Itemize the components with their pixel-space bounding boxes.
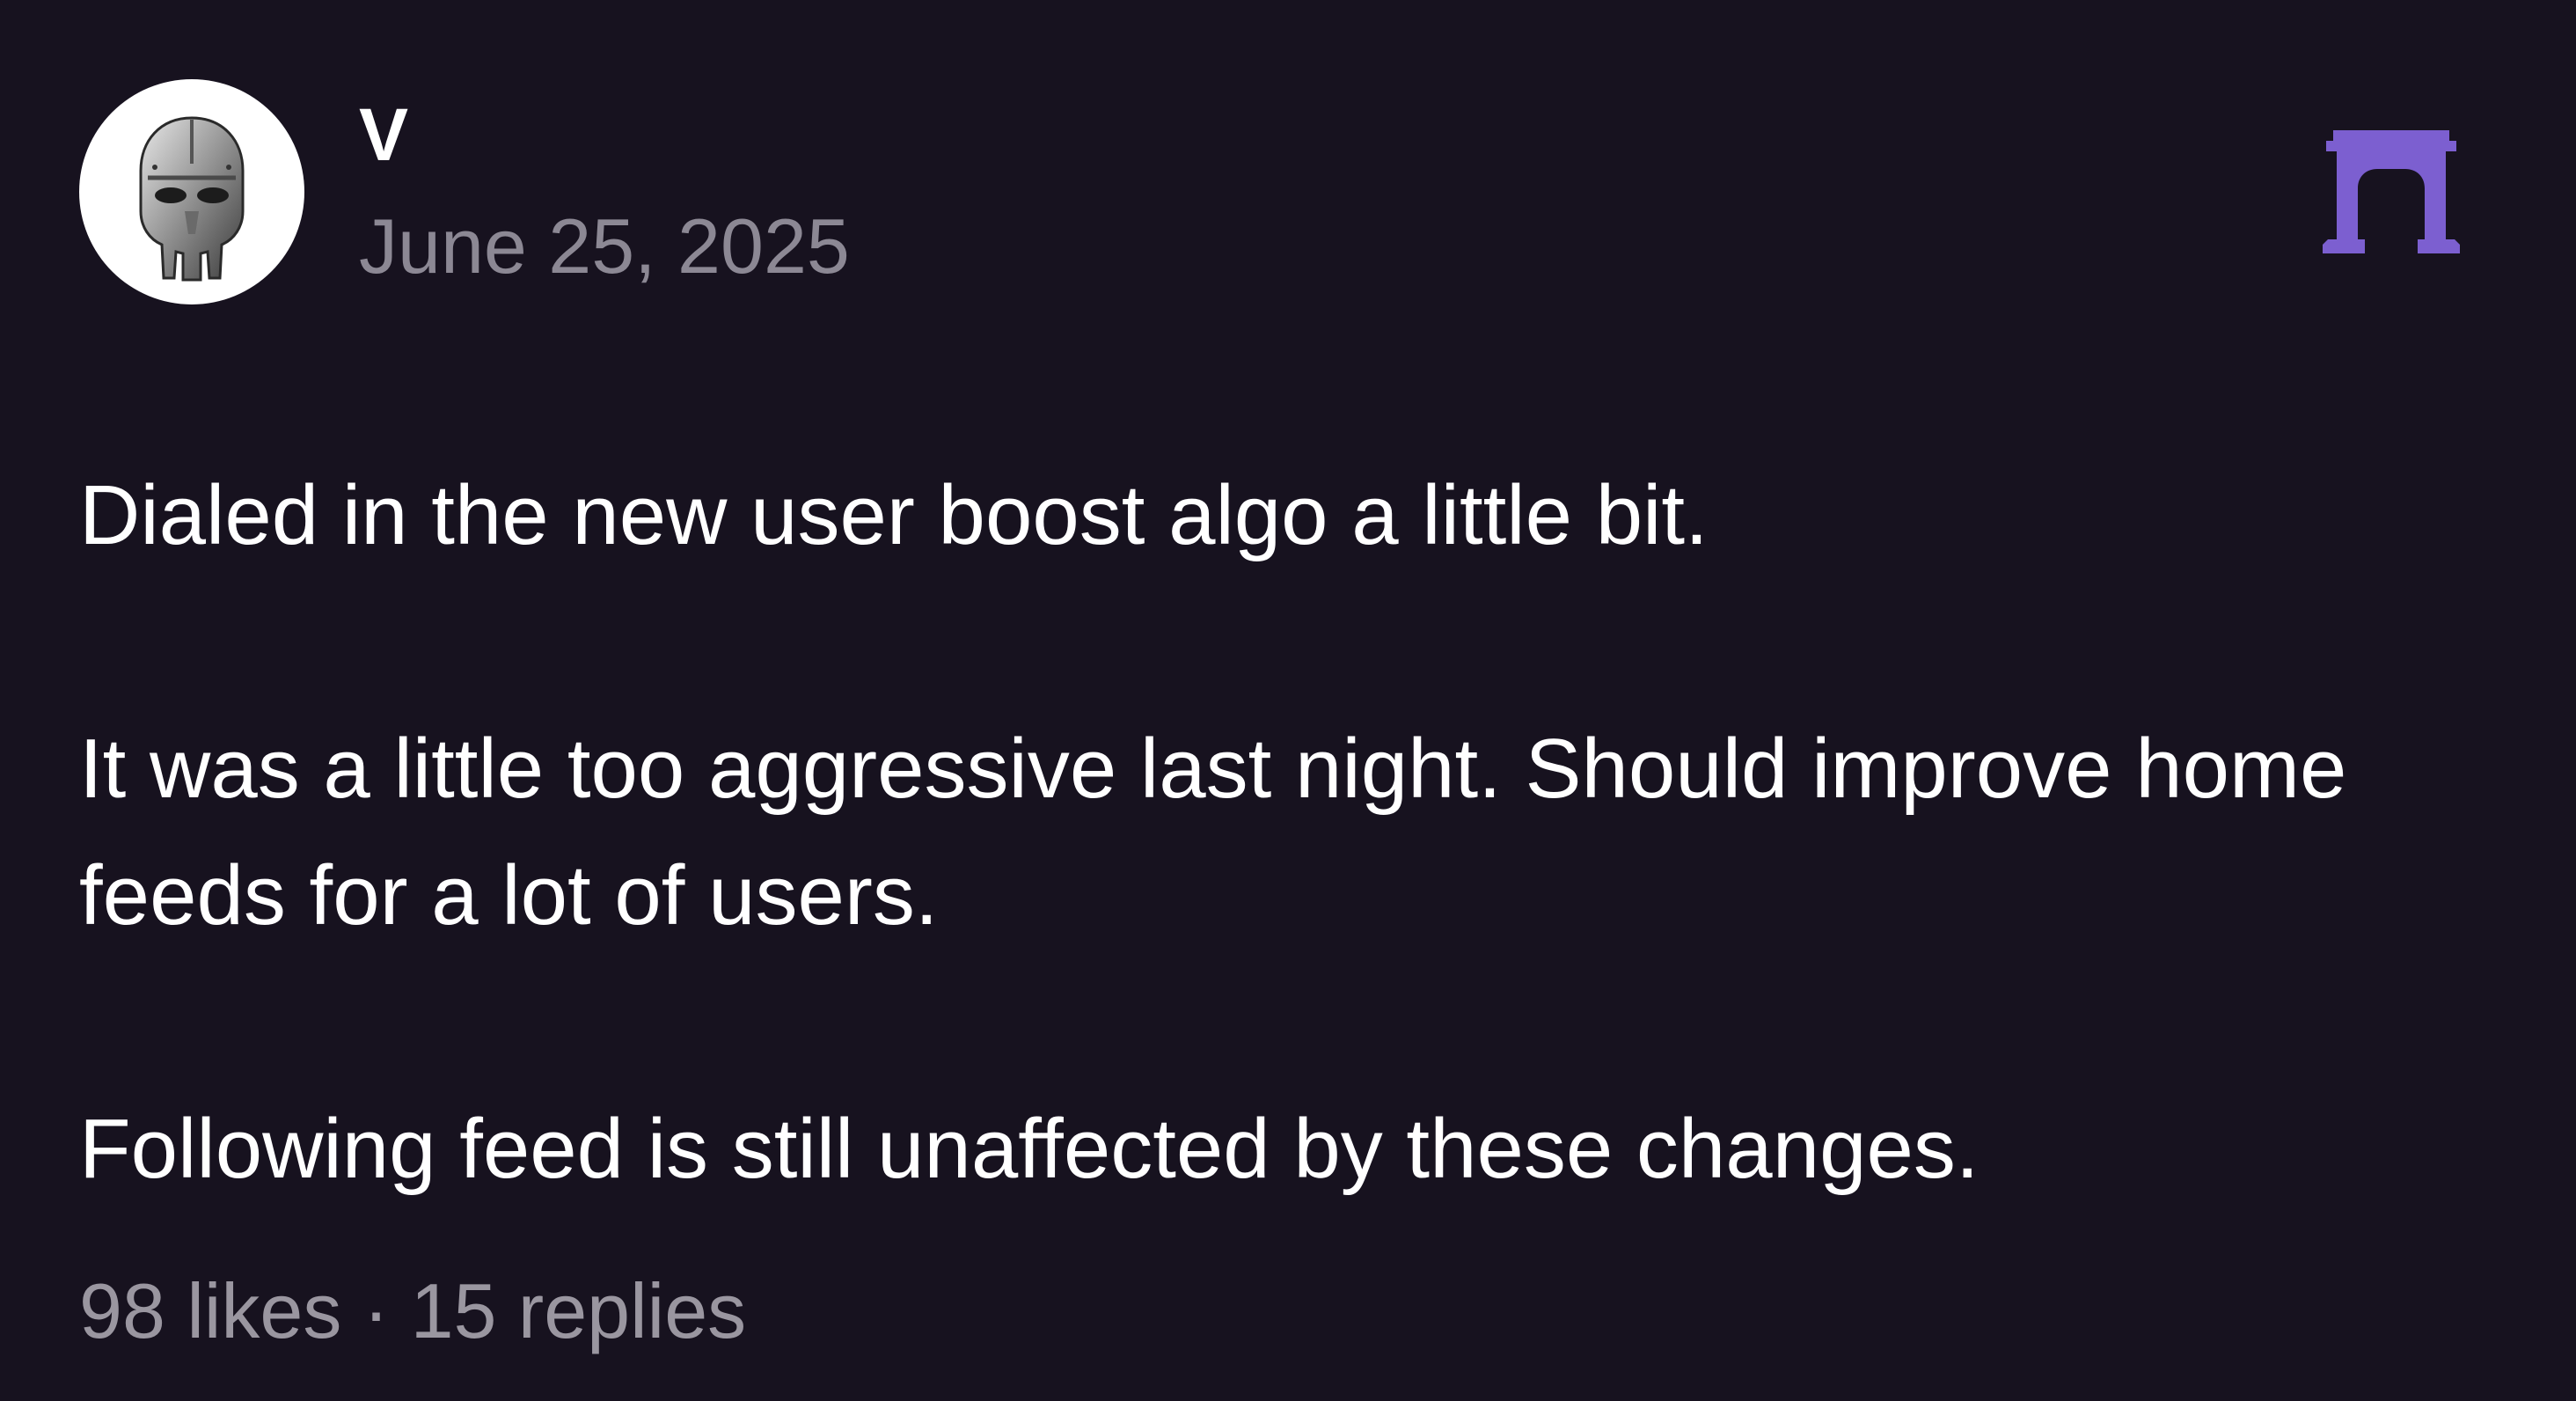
replies-count[interactable]: 15 replies bbox=[411, 1267, 747, 1354]
post-stats: 98 likes · 15 replies bbox=[79, 1265, 746, 1357]
likes-count[interactable]: 98 likes bbox=[79, 1267, 341, 1354]
post-body: Dialed in the new user boost algo a litt… bbox=[79, 452, 2507, 1213]
post-paragraph: Following feed is still unaffected by th… bbox=[79, 1102, 1980, 1196]
author-avatar[interactable] bbox=[79, 79, 304, 304]
metal-mask-icon bbox=[139, 116, 245, 282]
post-paragraph: Dialed in the new user boost algo a litt… bbox=[79, 468, 1709, 562]
post-date[interactable]: June 25, 2025 bbox=[359, 201, 850, 292]
stats-separator: · bbox=[362, 1267, 390, 1354]
arch-gate-icon[interactable] bbox=[2321, 127, 2462, 257]
author-name[interactable]: V bbox=[359, 92, 408, 177]
post-card: V June 25, 2025 Dialed in the new user b… bbox=[0, 0, 2576, 1401]
post-paragraph: It was a little too aggressive last nigh… bbox=[79, 722, 2347, 943]
